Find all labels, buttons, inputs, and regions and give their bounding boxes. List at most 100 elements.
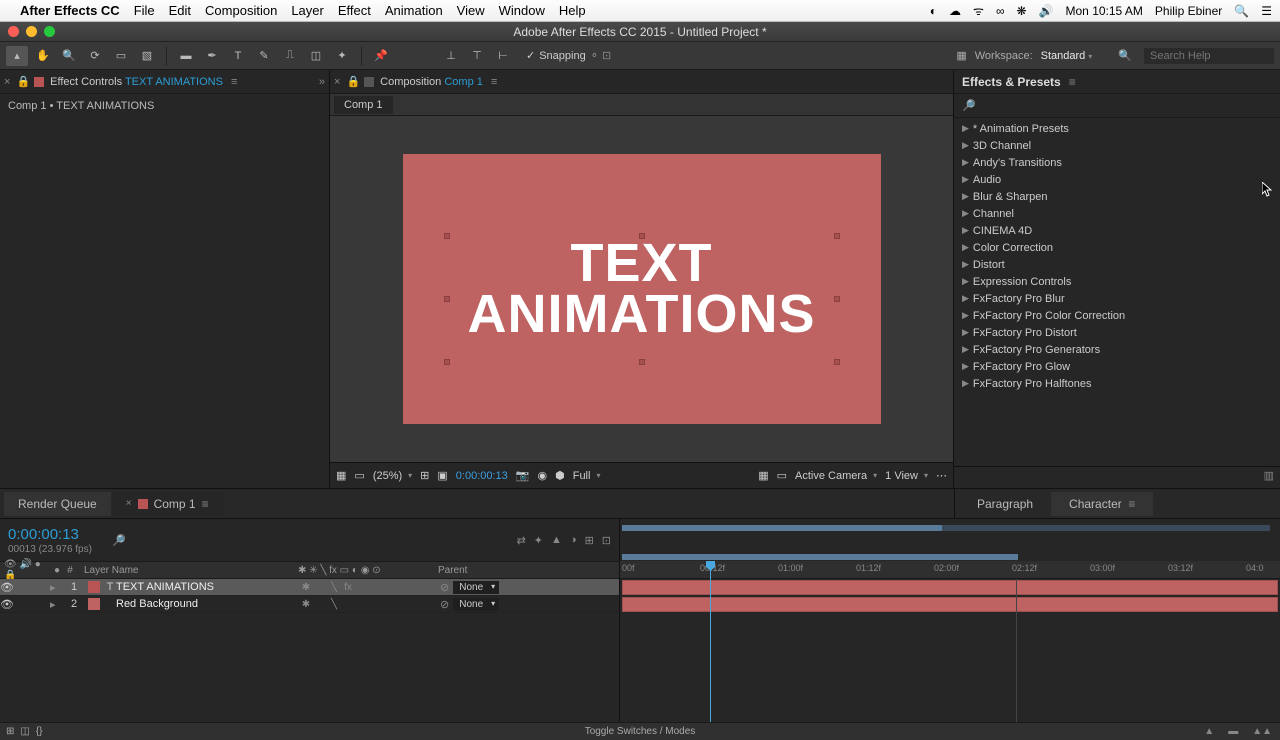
volume-icon[interactable]: 🔊 [1039, 4, 1054, 18]
effects-category-item[interactable]: ▶Audio [954, 171, 1280, 188]
menu-effect[interactable]: Effect [338, 3, 371, 18]
menu-edit[interactable]: Edit [169, 3, 191, 18]
channel-icon[interactable]: ◉ [538, 469, 548, 482]
3d-icon[interactable]: ▭ [777, 469, 787, 482]
zoom-selector[interactable]: (25%) [373, 470, 412, 482]
resolution-selector[interactable]: Full [573, 470, 601, 482]
track-bar[interactable] [622, 580, 1278, 595]
canvas[interactable]: TEXT ANIMATIONS [403, 154, 881, 424]
tl-opt-icon[interactable]: ✦ [534, 534, 543, 547]
pen-tool[interactable]: ✒ [201, 46, 223, 66]
tl-footer-icon[interactable]: ◫ [20, 726, 29, 737]
zoom-tool[interactable]: 🔍 [58, 46, 80, 66]
reso-icon[interactable]: ⊞ [420, 469, 429, 482]
effects-category-item[interactable]: ▶Distort [954, 256, 1280, 273]
shape-tool[interactable]: ▬ [175, 46, 197, 66]
effects-category-item[interactable]: ▶Blur & Sharpen [954, 188, 1280, 205]
workspace-selector[interactable]: Standard [1041, 50, 1093, 62]
panel-menu-icon[interactable]: ≡ [491, 76, 497, 88]
clone-tool[interactable]: ⎍ [279, 46, 301, 66]
playhead[interactable] [710, 561, 711, 722]
timeline-timecode[interactable]: 0:00:00:13 [8, 526, 92, 543]
tab-character[interactable]: Character ≡ [1051, 492, 1153, 516]
selection-tool[interactable]: ▴ [6, 46, 28, 66]
pan-behind-tool[interactable]: ▧ [136, 46, 158, 66]
new-bin-icon[interactable]: ▥ [1264, 469, 1274, 486]
tab-paragraph[interactable]: Paragraph [959, 492, 1051, 516]
effects-category-item[interactable]: ▶Andy's Transitions [954, 154, 1280, 171]
toggle-switches-modes[interactable]: Toggle Switches / Modes [0, 726, 1280, 737]
composition-viewer[interactable]: TEXT ANIMATIONS [330, 116, 953, 462]
spotlight-icon[interactable]: 🔍 [1234, 4, 1249, 18]
roi-icon[interactable]: ▣ [437, 469, 447, 482]
effects-category-item[interactable]: ▶Expression Controls [954, 273, 1280, 290]
mask-icon[interactable]: ▭ [354, 469, 364, 482]
wifi-icon[interactable]: ᯤ [973, 2, 984, 19]
panel-overflow-icon[interactable]: » [319, 76, 325, 88]
status-icon[interactable]: ◐ [930, 4, 937, 18]
type-tool[interactable]: T [227, 46, 249, 66]
menu-help[interactable]: Help [559, 3, 586, 18]
menu-window[interactable]: Window [499, 3, 545, 18]
zoom-in-icon[interactable]: ▲▲ [1252, 726, 1272, 737]
align-tool-3[interactable]: ⊢ [492, 46, 514, 66]
tab-comp1[interactable]: × Comp 1 ≡ [112, 492, 223, 516]
effects-category-item[interactable]: ▶Channel [954, 205, 1280, 222]
align-tool-1[interactable]: ⊥ [440, 46, 462, 66]
close-tab-icon[interactable]: × [126, 498, 132, 509]
effects-category-item[interactable]: ▶CINEMA 4D [954, 222, 1280, 239]
bt-icon[interactable]: ∞ [996, 4, 1005, 18]
menu-icon[interactable]: ☰ [1261, 4, 1272, 18]
camera-selector[interactable]: Active Camera [795, 470, 877, 482]
panel-menu-icon[interactable]: ≡ [231, 76, 237, 88]
lock-icon[interactable]: 🔒 [16, 75, 30, 88]
menu-layer[interactable]: Layer [291, 3, 324, 18]
menu-file[interactable]: File [134, 3, 155, 18]
brush-tool[interactable]: ✎ [253, 46, 275, 66]
timeline-layer-row[interactable]: 👁▸1TTEXT ANIMATIONS✱╲fx⊘None [0, 579, 619, 596]
effects-category-item[interactable]: ▶FxFactory Pro Halftones [954, 375, 1280, 392]
effects-category-item[interactable]: ▶FxFactory Pro Glow [954, 358, 1280, 375]
effects-category-item[interactable]: ▶* Animation Presets [954, 120, 1280, 137]
effects-search-input[interactable] [980, 100, 1272, 112]
grid-icon[interactable]: ▦ [336, 469, 346, 482]
lock-icon[interactable]: 🔒 [346, 75, 360, 88]
app-name[interactable]: After Effects CC [20, 3, 120, 18]
timeline-search-icon[interactable]: 🔎 [112, 534, 126, 547]
tl-opt-icon[interactable]: ▲ [551, 534, 562, 546]
effects-list[interactable]: ▶* Animation Presets▶3D Channel▶Andy's T… [954, 118, 1280, 466]
tl-opt-icon[interactable]: ⇄ [517, 534, 526, 547]
hand-tool[interactable]: ✋ [32, 46, 54, 66]
align-tool-2[interactable]: ⊤ [466, 46, 488, 66]
zoom-out-icon[interactable]: ▲ [1204, 726, 1214, 737]
adaptive-res-icon[interactable]: ▦ [956, 49, 966, 62]
close-tab-icon[interactable]: × [4, 76, 10, 88]
snapping-toggle[interactable]: ✓Snapping⚬ ⊡ [526, 49, 611, 62]
zoom-slider[interactable]: ▬ [1228, 726, 1238, 737]
snapshot-icon[interactable]: 📷 [516, 469, 530, 482]
tl-opt-icon[interactable]: ⊡ [602, 534, 611, 547]
eraser-tool[interactable]: ◫ [305, 46, 327, 66]
effects-category-item[interactable]: ▶FxFactory Pro Distort [954, 324, 1280, 341]
tl-opt-icon[interactable]: ⊞ [585, 534, 594, 547]
effects-category-item[interactable]: ▶Color Correction [954, 239, 1280, 256]
close-tab-icon[interactable]: × [334, 76, 340, 88]
user-name[interactable]: Philip Ebiner [1155, 4, 1222, 18]
search-help-input[interactable] [1144, 48, 1274, 64]
menu-composition[interactable]: Composition [205, 3, 277, 18]
panel-menu-icon[interactable]: ≡ [1069, 75, 1076, 89]
timeline-layer-row[interactable]: 👁▸2Red Background✱╲⊘None [0, 596, 619, 613]
effects-category-item[interactable]: ▶FxFactory Pro Blur [954, 290, 1280, 307]
current-time[interactable]: 0:00:00:13 [456, 470, 508, 482]
camera-tool[interactable]: ▭ [110, 46, 132, 66]
sync-icon[interactable]: ❋ [1017, 4, 1027, 18]
effects-category-item[interactable]: ▶3D Channel [954, 137, 1280, 154]
tab-render-queue[interactable]: Render Queue [4, 492, 111, 516]
menu-view[interactable]: View [457, 3, 485, 18]
effects-category-item[interactable]: ▶FxFactory Pro Color Correction [954, 307, 1280, 324]
cc-icon[interactable]: ☁ [949, 4, 961, 18]
view-opts-icon[interactable]: ⋯ [936, 469, 947, 482]
transparency-icon[interactable]: ▦ [758, 469, 768, 482]
menu-animation[interactable]: Animation [385, 3, 443, 18]
track-bar[interactable] [622, 597, 1278, 612]
